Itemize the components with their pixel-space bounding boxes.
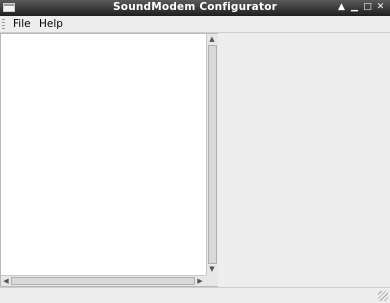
menu-help[interactable]: Help xyxy=(39,18,63,30)
title-bar[interactable]: SoundModem Configurator ▲ ▁ □ ✕ xyxy=(0,0,390,16)
minimize-button[interactable]: ▁ xyxy=(349,2,360,13)
menu-bar: File Help xyxy=(0,16,390,33)
horizontal-scroll-thumb[interactable] xyxy=(11,277,195,285)
shade-button[interactable]: ▲ xyxy=(336,2,347,13)
scroll-up-arrow-icon[interactable]: ▲ xyxy=(207,34,217,44)
menu-file[interactable]: File xyxy=(13,18,31,30)
horizontal-scrollbar[interactable]: ◀ ▶ xyxy=(1,275,206,286)
vertical-scrollbar[interactable]: ▲ ▼ xyxy=(206,34,218,275)
toolbar-grip-handle[interactable] xyxy=(2,19,5,30)
configuration-panel xyxy=(218,33,390,287)
resize-grip-icon[interactable] xyxy=(378,291,388,301)
scroll-left-arrow-icon[interactable]: ◀ xyxy=(1,276,11,286)
scrollbar-corner xyxy=(206,275,218,286)
status-bar xyxy=(0,287,390,303)
close-button[interactable]: ✕ xyxy=(375,2,386,13)
scroll-down-arrow-icon[interactable]: ▼ xyxy=(207,264,217,274)
maximize-button[interactable]: □ xyxy=(362,2,373,13)
vertical-scroll-thumb[interactable] xyxy=(208,45,217,264)
device-tree-list[interactable] xyxy=(0,33,218,287)
window-title: SoundModem Configurator xyxy=(113,1,277,13)
scroll-right-arrow-icon[interactable]: ▶ xyxy=(195,276,205,286)
